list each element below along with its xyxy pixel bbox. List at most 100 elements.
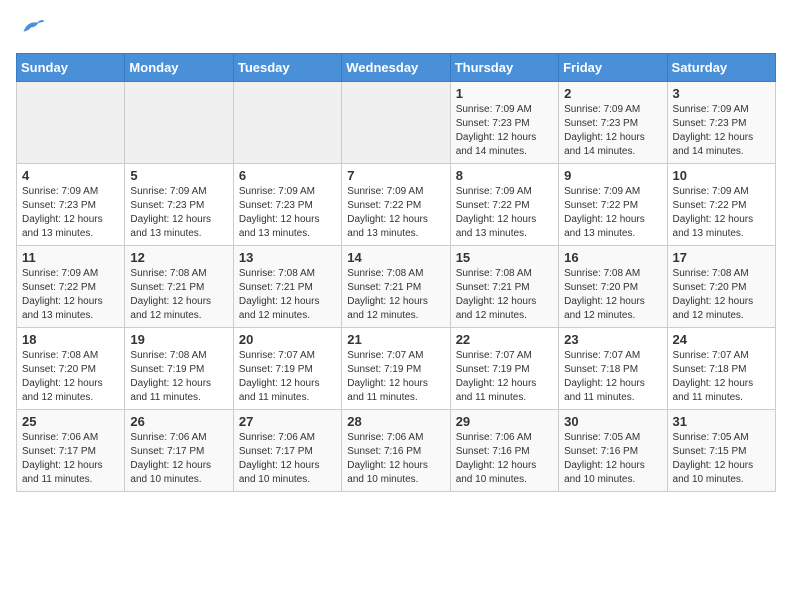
day-info: Sunrise: 7:08 AM Sunset: 7:21 PM Dayligh… [347, 267, 444, 323]
calendar-cell-w1d0: 4 Sunrise: 7:09 AM Sunset: 7:23 PM Daylig… [17, 164, 125, 246]
calendar-cell-w1d3: 7 Sunrise: 7:09 AM Sunset: 7:22 PM Daylig… [342, 164, 450, 246]
day-info: Sunrise: 7:05 AM Sunset: 7:16 PM Dayligh… [564, 431, 661, 487]
day-info: Sunrise: 7:06 AM Sunset: 7:17 PM Dayligh… [239, 431, 336, 487]
day-info: Sunrise: 7:06 AM Sunset: 7:16 PM Dayligh… [456, 431, 553, 487]
day-info: Sunrise: 7:09 AM Sunset: 7:22 PM Dayligh… [22, 267, 119, 323]
day-info: Sunrise: 7:06 AM Sunset: 7:17 PM Dayligh… [130, 431, 227, 487]
calendar-cell-w0d6: 3 Sunrise: 7:09 AM Sunset: 7:23 PM Daylig… [667, 82, 775, 164]
calendar-cell-w1d5: 9 Sunrise: 7:09 AM Sunset: 7:22 PM Daylig… [559, 164, 667, 246]
logo [16, 16, 46, 45]
day-header-sunday: Sunday [17, 54, 125, 82]
day-number: 28 [347, 414, 444, 429]
calendar-cell-w0d3 [342, 82, 450, 164]
day-number: 18 [22, 332, 119, 347]
day-number: 7 [347, 168, 444, 183]
day-number: 2 [564, 86, 661, 101]
day-number: 20 [239, 332, 336, 347]
day-info: Sunrise: 7:08 AM Sunset: 7:21 PM Dayligh… [130, 267, 227, 323]
day-info: Sunrise: 7:09 AM Sunset: 7:22 PM Dayligh… [347, 185, 444, 241]
day-number: 16 [564, 250, 661, 265]
day-header-wednesday: Wednesday [342, 54, 450, 82]
day-header-tuesday: Tuesday [233, 54, 341, 82]
day-number: 26 [130, 414, 227, 429]
calendar-cell-w0d1 [125, 82, 233, 164]
day-number: 22 [456, 332, 553, 347]
day-info: Sunrise: 7:09 AM Sunset: 7:23 PM Dayligh… [239, 185, 336, 241]
day-number: 23 [564, 332, 661, 347]
day-info: Sunrise: 7:08 AM Sunset: 7:20 PM Dayligh… [673, 267, 770, 323]
day-number: 8 [456, 168, 553, 183]
day-number: 17 [673, 250, 770, 265]
day-info: Sunrise: 7:09 AM Sunset: 7:23 PM Dayligh… [564, 103, 661, 159]
day-number: 14 [347, 250, 444, 265]
day-info: Sunrise: 7:08 AM Sunset: 7:21 PM Dayligh… [239, 267, 336, 323]
day-info: Sunrise: 7:09 AM Sunset: 7:23 PM Dayligh… [456, 103, 553, 159]
calendar-cell-w3d5: 23 Sunrise: 7:07 AM Sunset: 7:18 PM Dayli… [559, 328, 667, 410]
calendar-cell-w3d6: 24 Sunrise: 7:07 AM Sunset: 7:18 PM Dayli… [667, 328, 775, 410]
calendar-cell-w3d0: 18Sunrise: 7:08 AM Sunset: 7:20 PM Dayli… [17, 328, 125, 410]
calendar-cell-w0d4: 1 Sunrise: 7:09 AM Sunset: 7:23 PM Daylig… [450, 82, 558, 164]
calendar-cell-w0d2 [233, 82, 341, 164]
calendar-cell-w1d6: 10Sunrise: 7:09 AM Sunset: 7:22 PM Dayli… [667, 164, 775, 246]
day-number: 15 [456, 250, 553, 265]
day-number: 31 [673, 414, 770, 429]
calendar-cell-w4d4: 29 Sunrise: 7:06 AM Sunset: 7:16 PM Dayli… [450, 410, 558, 492]
calendar-cell-w4d3: 28 Sunrise: 7:06 AM Sunset: 7:16 PM Dayli… [342, 410, 450, 492]
day-info: Sunrise: 7:09 AM Sunset: 7:22 PM Dayligh… [456, 185, 553, 241]
day-number: 5 [130, 168, 227, 183]
calendar-cell-w1d2: 6 Sunrise: 7:09 AM Sunset: 7:23 PM Daylig… [233, 164, 341, 246]
day-info: Sunrise: 7:07 AM Sunset: 7:18 PM Dayligh… [564, 349, 661, 405]
calendar-cell-w2d1: 12Sunrise: 7:08 AM Sunset: 7:21 PM Dayli… [125, 246, 233, 328]
calendar-cell-w2d5: 16 Sunrise: 7:08 AM Sunset: 7:20 PM Dayli… [559, 246, 667, 328]
day-info: Sunrise: 7:09 AM Sunset: 7:23 PM Dayligh… [130, 185, 227, 241]
day-number: 4 [22, 168, 119, 183]
calendar-cell-w4d2: 27Sunrise: 7:06 AM Sunset: 7:17 PM Dayli… [233, 410, 341, 492]
calendar-cell-w1d4: 8 Sunrise: 7:09 AM Sunset: 7:22 PM Daylig… [450, 164, 558, 246]
logo-bird-icon [16, 16, 46, 40]
day-info: Sunrise: 7:05 AM Sunset: 7:15 PM Dayligh… [673, 431, 770, 487]
day-info: Sunrise: 7:07 AM Sunset: 7:19 PM Dayligh… [239, 349, 336, 405]
calendar-cell-w1d1: 5 Sunrise: 7:09 AM Sunset: 7:23 PM Daylig… [125, 164, 233, 246]
day-info: Sunrise: 7:09 AM Sunset: 7:22 PM Dayligh… [564, 185, 661, 241]
day-number: 13 [239, 250, 336, 265]
day-number: 6 [239, 168, 336, 183]
day-number: 9 [564, 168, 661, 183]
day-header-friday: Friday [559, 54, 667, 82]
day-info: Sunrise: 7:09 AM Sunset: 7:22 PM Dayligh… [673, 185, 770, 241]
calendar-cell-w2d6: 17 Sunrise: 7:08 AM Sunset: 7:20 PM Dayli… [667, 246, 775, 328]
day-number: 1 [456, 86, 553, 101]
day-number: 25 [22, 414, 119, 429]
calendar-cell-w3d2: 20 Sunrise: 7:07 AM Sunset: 7:19 PM Dayli… [233, 328, 341, 410]
calendar-cell-w2d4: 15 Sunrise: 7:08 AM Sunset: 7:21 PM Dayli… [450, 246, 558, 328]
calendar-cell-w3d3: 21 Sunrise: 7:07 AM Sunset: 7:19 PM Dayli… [342, 328, 450, 410]
calendar-cell-w4d0: 25 Sunrise: 7:06 AM Sunset: 7:17 PM Dayli… [17, 410, 125, 492]
calendar-cell-w4d6: 31 Sunrise: 7:05 AM Sunset: 7:15 PM Dayli… [667, 410, 775, 492]
calendar-cell-w2d2: 13 Sunrise: 7:08 AM Sunset: 7:21 PM Dayli… [233, 246, 341, 328]
day-info: Sunrise: 7:07 AM Sunset: 7:19 PM Dayligh… [456, 349, 553, 405]
calendar-cell-w2d3: 14 Sunrise: 7:08 AM Sunset: 7:21 PM Dayli… [342, 246, 450, 328]
day-number: 24 [673, 332, 770, 347]
day-header-thursday: Thursday [450, 54, 558, 82]
day-info: Sunrise: 7:06 AM Sunset: 7:17 PM Dayligh… [22, 431, 119, 487]
day-info: Sunrise: 7:08 AM Sunset: 7:20 PM Dayligh… [564, 267, 661, 323]
day-info: Sunrise: 7:08 AM Sunset: 7:19 PM Dayligh… [130, 349, 227, 405]
day-header-saturday: Saturday [667, 54, 775, 82]
day-number: 30 [564, 414, 661, 429]
day-info: Sunrise: 7:06 AM Sunset: 7:16 PM Dayligh… [347, 431, 444, 487]
day-info: Sunrise: 7:09 AM Sunset: 7:23 PM Dayligh… [22, 185, 119, 241]
calendar-cell-w2d0: 11Sunrise: 7:09 AM Sunset: 7:22 PM Dayli… [17, 246, 125, 328]
header [16, 16, 776, 45]
calendar-cell-w0d0 [17, 82, 125, 164]
day-number: 29 [456, 414, 553, 429]
calendar-cell-w3d1: 19Sunrise: 7:08 AM Sunset: 7:19 PM Dayli… [125, 328, 233, 410]
day-info: Sunrise: 7:08 AM Sunset: 7:21 PM Dayligh… [456, 267, 553, 323]
day-info: Sunrise: 7:07 AM Sunset: 7:19 PM Dayligh… [347, 349, 444, 405]
calendar-cell-w3d4: 22 Sunrise: 7:07 AM Sunset: 7:19 PM Dayli… [450, 328, 558, 410]
calendar-cell-w4d5: 30 Sunrise: 7:05 AM Sunset: 7:16 PM Dayli… [559, 410, 667, 492]
day-info: Sunrise: 7:07 AM Sunset: 7:18 PM Dayligh… [673, 349, 770, 405]
day-number: 21 [347, 332, 444, 347]
day-number: 3 [673, 86, 770, 101]
day-info: Sunrise: 7:09 AM Sunset: 7:23 PM Dayligh… [673, 103, 770, 159]
calendar: SundayMondayTuesdayWednesdayThursdayFrid… [16, 53, 776, 492]
day-header-monday: Monday [125, 54, 233, 82]
